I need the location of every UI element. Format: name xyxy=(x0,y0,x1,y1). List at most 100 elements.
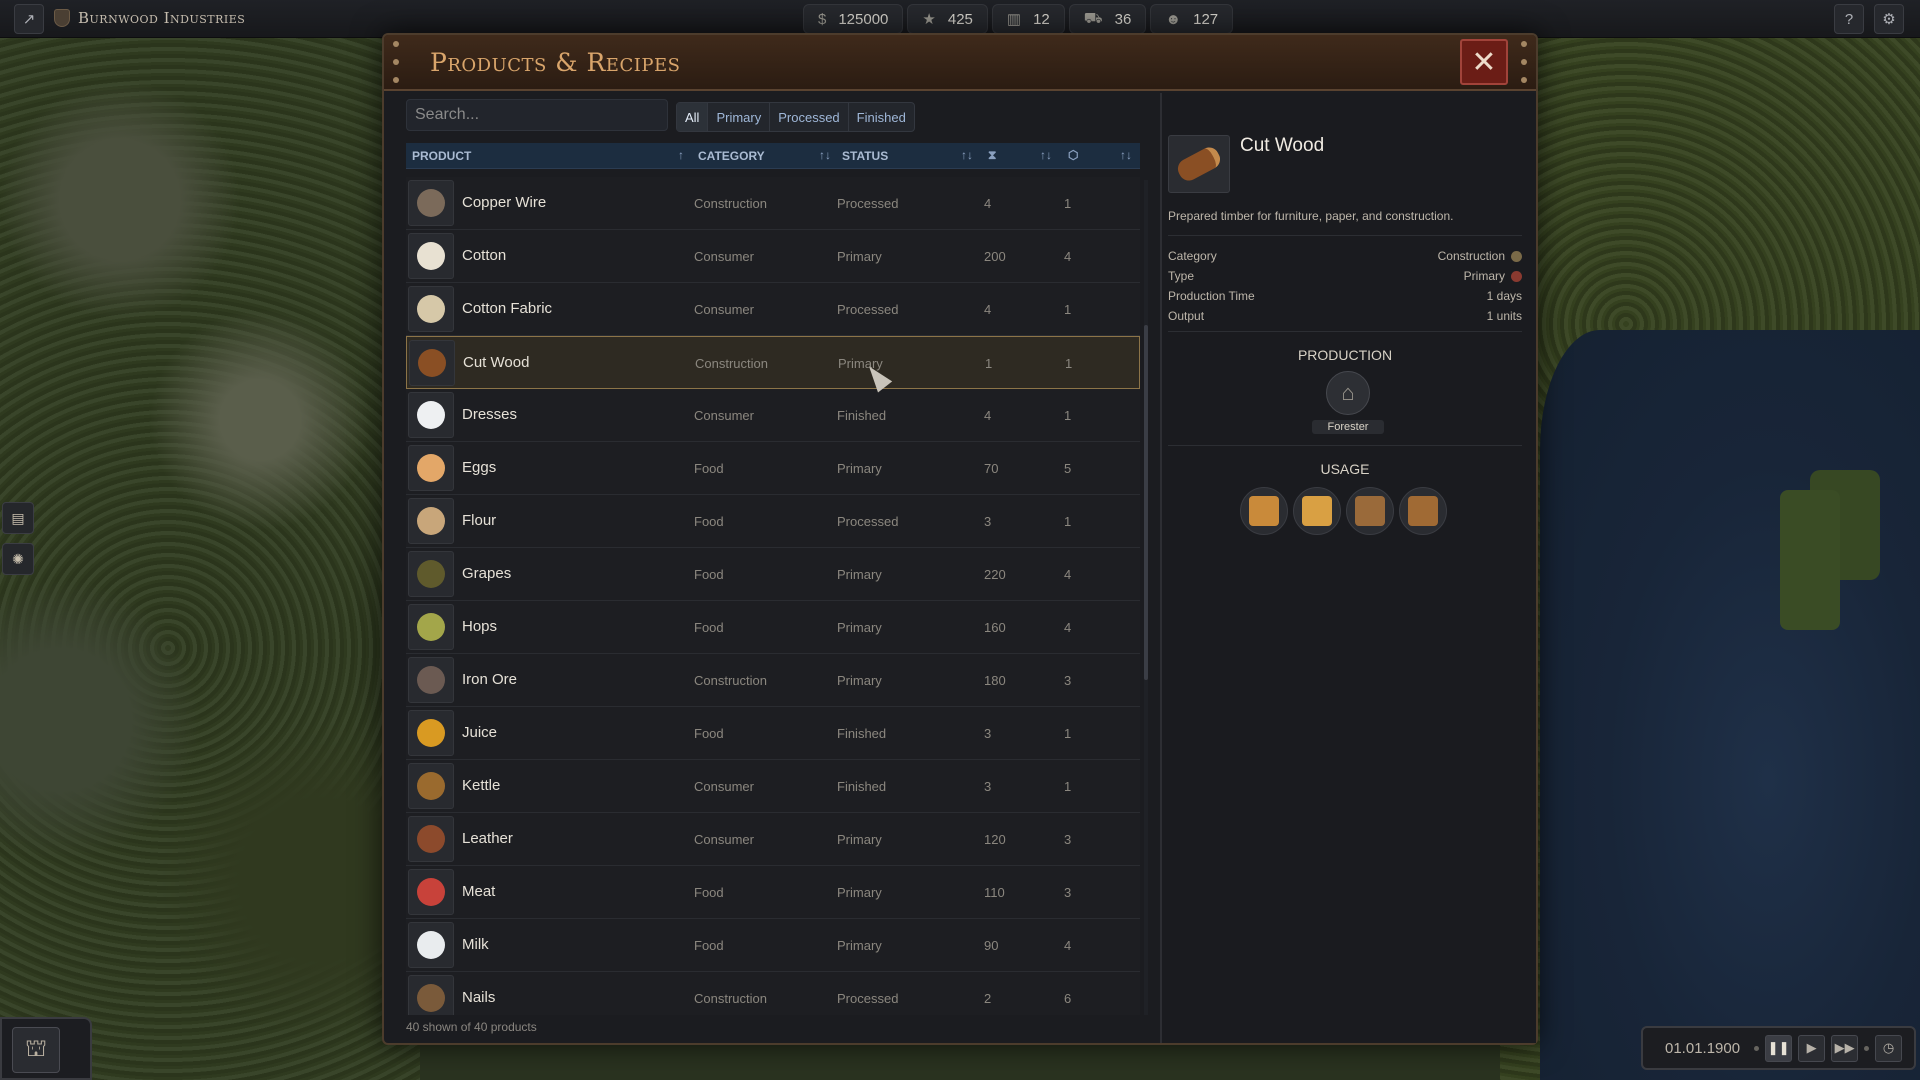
sawdust-icon[interactable] xyxy=(1293,487,1341,535)
eggs-icon xyxy=(408,445,454,491)
sort-icon[interactable]: ↑↓ xyxy=(1120,148,1132,162)
sort-icon[interactable]: ↑↓ xyxy=(1040,148,1052,162)
fast-forward-button[interactable]: ▶▶ xyxy=(1831,1034,1859,1062)
stats-chart-icon[interactable]: ↗ xyxy=(14,4,44,34)
table-row[interactable]: Copper Wire Construction Processed 4 1 xyxy=(406,177,1140,230)
table-row[interactable]: Kettle Consumer Finished 3 1 xyxy=(406,760,1140,813)
filter-tab-all[interactable]: All xyxy=(677,103,709,131)
product-category: Food xyxy=(694,461,724,476)
production-output: 1 xyxy=(1065,356,1073,371)
table-row[interactable]: Meat Food Primary 110 3 xyxy=(406,866,1140,919)
help-icon[interactable]: ? xyxy=(1834,4,1864,34)
product-name: Milk xyxy=(462,936,489,953)
output-value: 1 units xyxy=(1486,309,1522,323)
table-row[interactable]: Hops Food Primary 160 4 xyxy=(406,601,1140,654)
production-output: 3 xyxy=(1064,885,1072,900)
production-time: 200 xyxy=(984,249,1006,264)
table-row[interactable]: Cut Wood Construction Primary 1 1 xyxy=(406,336,1140,389)
grapes-icon xyxy=(408,551,454,597)
product-status: Primary xyxy=(837,938,882,953)
product-status: Processed xyxy=(837,991,899,1006)
category-dot xyxy=(1511,250,1522,262)
kettle-icon xyxy=(408,763,454,809)
pause-button[interactable]: ❚❚ xyxy=(1765,1034,1793,1062)
resource-bar: $125000 ★ 425 ▥ 12 ⛟ 36 ☻ 127 xyxy=(803,4,1234,34)
scrollbar-thumb[interactable] xyxy=(1144,325,1148,680)
product-name: Cotton xyxy=(462,247,507,264)
table-row[interactable]: Dresses Consumer Finished 4 1 xyxy=(406,389,1140,442)
play-button[interactable]: ▶ xyxy=(1798,1034,1826,1062)
company-name: Burnwood Industries xyxy=(78,9,246,27)
product-name: Iron Ore xyxy=(462,671,518,688)
filter-tabs: All Primary Processed Finished xyxy=(676,102,915,132)
product-name: Dresses xyxy=(462,406,518,423)
separator-dot xyxy=(1754,1045,1760,1051)
gear-icon[interactable]: ⚙ xyxy=(1874,4,1904,34)
production-time: 4 xyxy=(984,408,992,423)
production-output: 6 xyxy=(1064,991,1072,1006)
time-control: 01.01.1900 ❚❚ ▶ ▶▶ ◷ xyxy=(1641,1026,1916,1070)
close-button[interactable]: ✕ xyxy=(1460,39,1508,85)
column-header-product[interactable]: PRODUCT xyxy=(412,149,471,163)
speed-settings-button[interactable]: ◷ xyxy=(1875,1034,1903,1062)
product-status: Primary xyxy=(837,673,882,688)
resource-truck: ⛟ 36 xyxy=(1068,4,1147,34)
production-output: 3 xyxy=(1064,832,1072,847)
producer-label: Forester xyxy=(1312,420,1384,434)
sort-asc-icon[interactable]: ↑ xyxy=(678,148,684,162)
product-status: Primary xyxy=(837,567,882,582)
product-category: Construction xyxy=(694,991,767,1006)
production-output: 4 xyxy=(1064,249,1072,264)
production-time: 180 xyxy=(984,673,1006,688)
flour-icon xyxy=(408,498,454,544)
clipboard-icon[interactable]: ▤ xyxy=(2,502,34,534)
column-header-status[interactable]: STATUS xyxy=(842,149,888,163)
table-row[interactable]: Milk Food Primary 90 4 xyxy=(406,919,1140,972)
table-header: PRODUCT ↑ CATEGORY ↑↓ STATUS ↑↓ ⧗ ↑↓ ⬡ ↑… xyxy=(406,143,1140,169)
table-row[interactable]: Leather Consumer Primary 120 3 xyxy=(406,813,1140,866)
table-row[interactable]: Iron Ore Construction Primary 180 3 xyxy=(406,654,1140,707)
planks-icon[interactable] xyxy=(1240,487,1288,535)
hourglass-icon[interactable]: ⧗ xyxy=(988,148,996,163)
column-header-category[interactable]: CATEGORY xyxy=(698,149,765,163)
product-category: Consumer xyxy=(694,249,754,264)
company-label: Burnwood Industries xyxy=(54,9,245,27)
filter-tab-primary[interactable]: Primary xyxy=(708,103,771,131)
production-time: 90 xyxy=(984,938,999,953)
table-row[interactable]: Cotton Consumer Primary 200 4 xyxy=(406,230,1140,283)
product-category: Consumer xyxy=(694,302,754,317)
details-type-row: Type Primary xyxy=(1168,269,1522,283)
production-output: 3 xyxy=(1064,673,1072,688)
product-status: Primary xyxy=(837,885,882,900)
build-button[interactable]: ⛫ xyxy=(12,1027,60,1073)
juice-icon xyxy=(408,710,454,756)
sort-icon[interactable]: ↑↓ xyxy=(819,148,831,162)
lightbulb-icon[interactable]: ✺ xyxy=(2,543,34,575)
box-icon[interactable]: ⬡ xyxy=(1068,148,1078,162)
chair-icon[interactable] xyxy=(1346,487,1394,535)
table-icon[interactable] xyxy=(1399,487,1447,535)
production-title: PRODUCTION xyxy=(1297,347,1393,363)
iron-ore-icon xyxy=(408,657,454,703)
product-status: Processed xyxy=(837,196,899,211)
filter-tab-finished[interactable]: Finished xyxy=(849,103,914,131)
divider xyxy=(1168,235,1522,236)
table-row[interactable]: Nails Construction Processed 2 6 xyxy=(406,972,1140,1015)
production-output: 1 xyxy=(1064,726,1072,741)
sort-icon[interactable]: ↑↓ xyxy=(961,148,973,162)
product-status: Primary xyxy=(837,249,882,264)
production-output: 5 xyxy=(1064,461,1072,476)
search-input[interactable] xyxy=(406,99,668,131)
product-name: Eggs xyxy=(462,459,497,476)
table-row[interactable]: Eggs Food Primary 70 5 xyxy=(406,442,1140,495)
table-row[interactable]: Grapes Food Primary 220 4 xyxy=(406,548,1140,601)
production-time-label: Production Time xyxy=(1168,289,1255,303)
product-status: Processed xyxy=(837,514,899,529)
table-row[interactable]: Flour Food Processed 3 1 xyxy=(406,495,1140,548)
table-row[interactable]: Juice Food Finished 3 1 xyxy=(406,707,1140,760)
production-time: 70 xyxy=(984,461,999,476)
details-category-row: Category Construction xyxy=(1168,249,1522,263)
filter-tab-processed[interactable]: Processed xyxy=(770,103,849,131)
table-row[interactable]: Cotton Fabric Consumer Processed 4 1 xyxy=(406,283,1140,336)
forester-building-icon[interactable]: ⌂ xyxy=(1326,371,1370,415)
